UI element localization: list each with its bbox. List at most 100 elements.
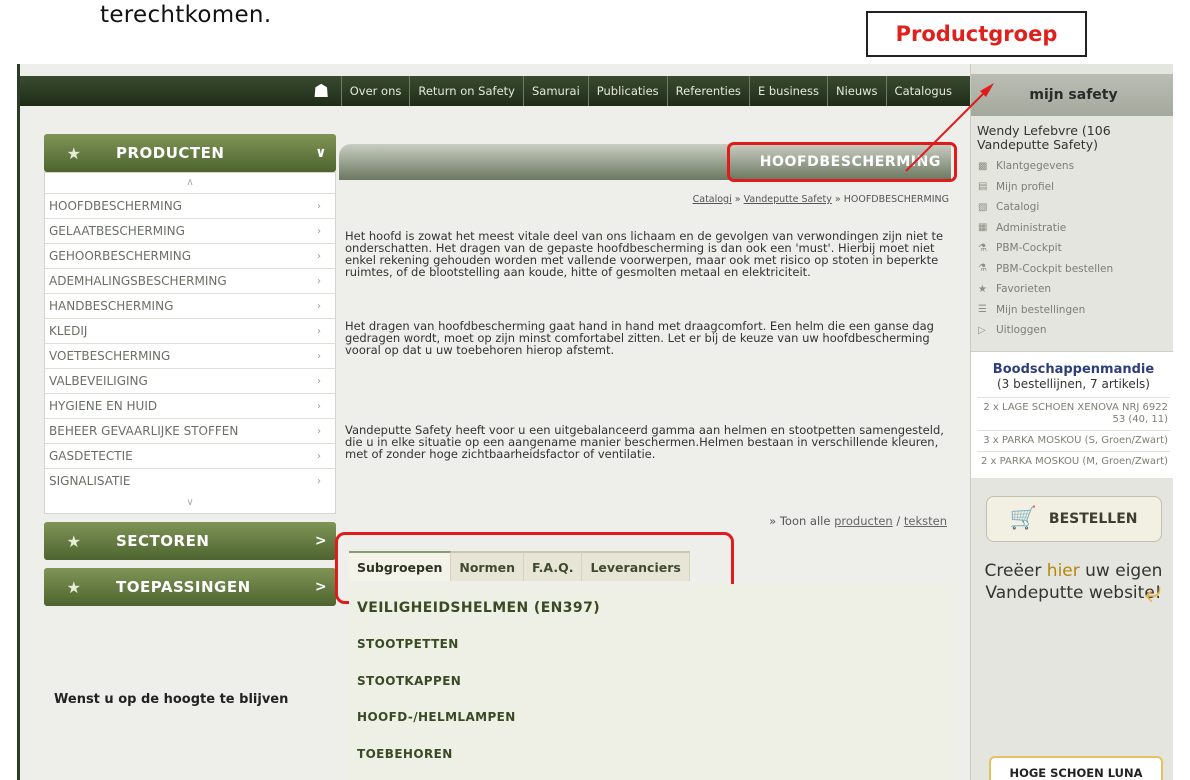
subgroup-item[interactable]: VEILIGHEIDSHELMEN (EN397) [349,584,959,626]
product-label: GELAATBESCHERMING [49,224,185,238]
nav-samurai[interactable]: Samurai [524,76,589,106]
chevron-right-icon: › [317,250,321,262]
mijn-safety-title: mijn safety [971,74,1173,116]
menu-catalogi[interactable]: ▧ Catalogi [978,197,1173,218]
curved-arrow-icon: ⤶ [1144,574,1162,610]
bestellen-label: BESTELLEN [1048,510,1138,527]
product-label: HYGIENE EN HUID [49,399,158,413]
sectoren-button[interactable]: ★ SECTOREN > [44,522,336,560]
newsletter-prompt: Wenst u op de hoogte te blijven [54,692,289,707]
subgroup-item[interactable]: STOOTKAPPEN [349,663,959,700]
product-item[interactable]: HOOFDBESCHERMING › [45,193,335,218]
producten-label: PRODUCTEN [116,144,225,162]
tab-subgroepen[interactable]: Subgroepen [349,551,452,581]
breadcrumb-catalogi[interactable]: Catalogi [693,194,732,205]
safety-logo-icon: ★ [66,531,82,551]
chevron-right-icon: › [317,275,321,287]
tab-faq[interactable]: F.A.Q. [523,551,583,581]
chevron-right-icon: > [314,533,328,549]
website-screenshot: ☗ Over ons Return on Safety Samurai Publ… [17,64,1173,780]
product-promo-luna[interactable]: HOGE SCHOEN LUNA [989,756,1163,780]
subgroup-item[interactable]: TOEBEHOREN [349,736,959,773]
menu-pbm-cockpit[interactable]: ⚗ PBM-Cockpit [978,238,1173,259]
nav-catalogus[interactable]: Catalogus [887,76,960,106]
subgroup-list: VEILIGHEIDSHELMEN (EN397) STOOTPETTEN ST… [349,584,959,780]
nav-e-business[interactable]: E business [750,76,828,106]
product-item[interactable]: HYGIENE EN HUID › [45,393,335,418]
basket-item[interactable]: 2 x PARKA MOSKOU (M, Groen/Zwart) [977,450,1170,472]
product-label: GASDETECTIE [49,449,133,463]
chevron-right-icon: › [317,325,321,337]
product-item[interactable]: GEHOORBESCHERMING › [45,243,335,268]
sectoren-label: SECTOREN [116,532,210,550]
menu-mijn-profiel[interactable]: ▤ Mijn profiel [978,177,1173,198]
product-item[interactable]: KLEDIJ › [45,318,335,343]
shopping-basket: Boodschappenmandie (3 bestellijnen, 7 ar… [971,350,1173,478]
basket-summary: (3 bestellijnen, 7 artikels) [997,376,1150,391]
menu-label: Catalogi [996,201,1040,214]
link-producten[interactable]: producten [834,514,893,528]
product-item[interactable]: GASDETECTIE › [45,443,335,468]
nav-publicaties[interactable]: Publicaties [589,76,668,106]
chevron-right-icon: › [317,200,321,212]
nav-referenties[interactable]: Referenties [668,76,750,106]
menu-label: Mijn profiel [996,180,1055,193]
product-label: GEHOORBESCHERMING [49,249,192,263]
menu-label: Klantgegevens [996,160,1075,173]
subgroup-item[interactable]: HOOFD-/HELMLAMPEN [349,699,959,736]
menu-administratie[interactable]: ▦ Administratie [978,218,1173,239]
product-item[interactable]: SIGNALISATIE › [45,468,335,493]
producten-button[interactable]: ★ PRODUCTEN ∨ [44,134,336,172]
toepassingen-label: TOEPASSINGEN [116,578,251,596]
product-label: HANDBESCHERMING [49,299,174,313]
menu-label: Favorieten [996,283,1052,296]
basket-item[interactable]: 2 x LAGE SCHOEN XENOVA NRJ 6922 53 (40, … [977,396,1170,430]
basket-item[interactable]: 3 x PARKA MOSKOU (S, Groen/Zwart) [977,429,1170,451]
product-label: VOETBESCHERMING [49,349,171,363]
product-item[interactable]: BEHEER GEVAARLIJKE STOFFEN › [45,418,335,443]
account-menu: ▩ Klantgegevens ▤ Mijn profiel ▧ Catalogi ▦… [971,156,1173,341]
tab-leveranciers[interactable]: Leveranciers [582,551,690,581]
product-item[interactable]: HANDBESCHERMING › [45,293,335,318]
subgroup-item[interactable]: STOOTPETTEN [349,626,959,663]
cockpit-order-icon: ⚗ [978,263,987,275]
book-icon: ▧ [978,201,988,213]
safety-logo-icon: ★ [66,143,82,163]
product-item[interactable]: VALBEVEILIGING › [45,368,335,393]
breadcrumb: Catalogi » Vandeputte Safety » HOOFDBESC… [693,194,949,205]
product-item[interactable]: GELAATBESCHERMING › [45,218,335,243]
menu-uitloggen[interactable]: ▷ Uitloggen [978,320,1173,341]
website-promo[interactable]: Creëer hier uw eigen Vandeputte website!… [984,560,1164,610]
link-teksten[interactable]: teksten [904,514,947,528]
tab-bar: Subgroepen Normen F.A.Q. Leveranciers [349,551,690,583]
document-text: terechtkomen. [100,2,272,28]
bestellen-button[interactable]: 🛒 BESTELLEN [985,495,1162,542]
product-item[interactable]: VOETBESCHERMING › [45,343,335,368]
product-label: KLEDIJ [49,324,88,338]
promo-link-hier[interactable]: hier [1047,561,1080,581]
cart-icon: 🛒 [1009,506,1037,531]
menu-label: Administratie [996,221,1067,234]
menu-favorieten[interactable]: ★ Favorieten [978,279,1173,300]
toepassingen-button[interactable]: ★ TOEPASSINGEN > [44,568,336,606]
nav-over-ons[interactable]: Over ons [342,76,411,106]
chevron-right-icon: › [317,475,321,487]
scroll-down-icon[interactable]: ∨ [45,493,335,513]
star-icon: ★ [978,283,987,295]
logout-icon: ▷ [978,324,986,336]
nav-return-on-safety[interactable]: Return on Safety [410,76,524,106]
scroll-up-icon[interactable]: ∧ [45,173,335,193]
nav-nieuws[interactable]: Nieuws [828,76,887,106]
tab-normen[interactable]: Normen [451,551,524,581]
breadcrumb-separator: » [734,194,741,205]
menu-pbm-cockpit-bestellen[interactable]: ⚗ PBM-Cockpit bestellen [978,259,1173,280]
home-icon[interactable]: ☗ [302,76,342,106]
product-item[interactable]: ADEMHALINGSBESCHERMING › [45,268,335,293]
breadcrumb-vandeputte[interactable]: Vandeputte Safety [744,194,832,205]
menu-mijn-bestellingen[interactable]: ☰ Mijn bestellingen [978,300,1173,321]
chevron-right-icon: › [317,450,321,462]
menu-klantgegevens[interactable]: ▩ Klantgegevens [978,156,1173,177]
chevron-right-icon: › [317,400,321,412]
basket-title[interactable]: Boodschappenmandie [977,362,1170,377]
menu-label: PBM-Cockpit bestellen [996,262,1114,275]
